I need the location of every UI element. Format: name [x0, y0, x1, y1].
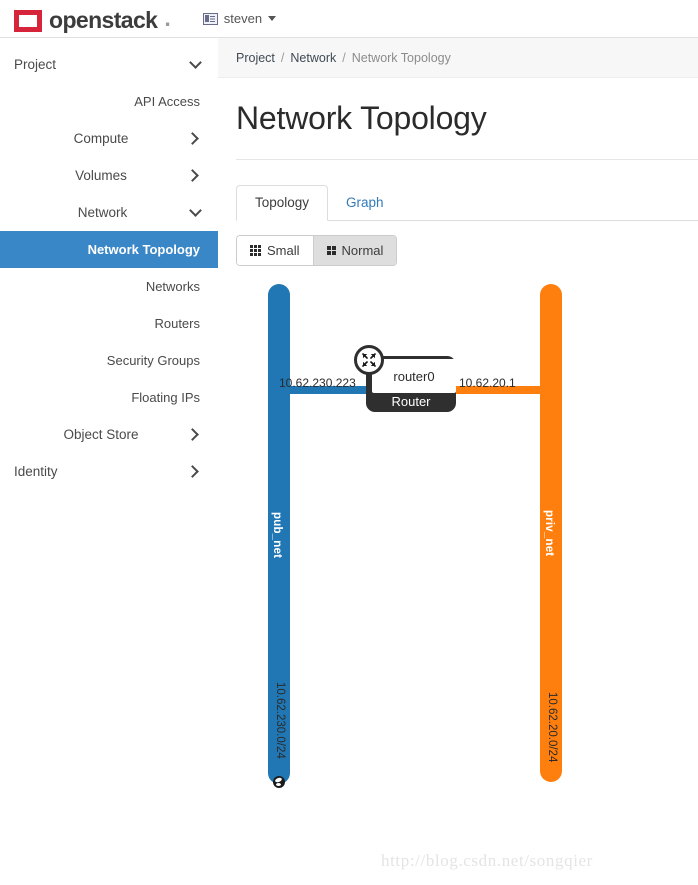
breadcrumb-separator: /: [280, 50, 285, 65]
chevron-right-icon: [186, 169, 199, 182]
title-divider: [236, 159, 698, 160]
router-type-label: Router: [391, 394, 431, 409]
router-icon: [354, 345, 384, 375]
tab-topology[interactable]: Topology: [236, 185, 329, 221]
card-icon: [202, 12, 218, 25]
breadcrumb: Project / Network / Network Topology: [218, 38, 698, 78]
sidebar-item-networks[interactable]: Networks: [0, 268, 218, 305]
breadcrumb-item-current: Network Topology: [351, 50, 451, 65]
sidebar-item-label: API Access: [134, 94, 200, 109]
chevron-down-icon: [268, 16, 277, 21]
breadcrumb-item-project[interactable]: Project: [236, 51, 275, 65]
topology-canvas[interactable]: pub_net priv_net 10.62.230.0/24 10.62.20…: [218, 284, 698, 844]
sidebar: Project API Access Compute Volumes Netwo…: [0, 38, 218, 885]
sidebar-item-label: Volumes: [75, 168, 127, 183]
tab-bar: Topology Graph: [236, 185, 698, 221]
brand-dot: .: [164, 5, 171, 31]
sidebar-item-label: Object Store: [63, 427, 139, 442]
sidebar-item-label: Project: [14, 57, 57, 72]
breadcrumb-separator: /: [342, 50, 346, 65]
globe-icon: [273, 776, 285, 788]
openstack-logo-icon: [14, 10, 42, 32]
sidebar-item-volumes[interactable]: Volumes: [0, 157, 218, 194]
page-title: Network Topology: [236, 100, 487, 136]
sidebar-item-security-groups[interactable]: Security Groups: [0, 342, 218, 379]
sidebar-item-api-access[interactable]: API Access: [0, 83, 218, 120]
sidebar-item-object-store[interactable]: Object Store: [0, 416, 218, 453]
sidebar-item-label: Network: [77, 205, 128, 220]
ip-label-right: 10.62.20.1: [459, 376, 516, 390]
sidebar-item-label: Security Groups: [106, 353, 200, 368]
chevron-right-icon: [186, 428, 199, 441]
sidebar-item-label: Routers: [154, 316, 200, 331]
sidebar-item-routers[interactable]: Routers: [0, 305, 218, 342]
size-button-normal[interactable]: Normal: [313, 236, 397, 265]
sidebar-item-label: Floating IPs: [131, 390, 200, 405]
network-name-priv-net: priv_net: [543, 510, 555, 557]
size-button-label: Normal: [341, 243, 384, 258]
brand-name: openstack: [49, 7, 158, 33]
ip-label-left: 10.62.230.223: [279, 376, 356, 390]
sidebar-item-compute[interactable]: Compute: [0, 120, 218, 157]
sidebar-item-label: Identity: [14, 464, 58, 479]
sidebar-item-network[interactable]: Network: [0, 194, 218, 231]
size-toggle-group: Small Normal: [236, 235, 398, 266]
sidebar-item-identity[interactable]: Identity: [0, 453, 218, 490]
size-button-label: Small: [267, 243, 300, 258]
main-content: Project / Network / Network Topology Net…: [218, 38, 698, 885]
router-name: router0: [372, 359, 456, 393]
sidebar-item-network-topology[interactable]: Network Topology: [0, 231, 218, 268]
user-menu-label: steven: [223, 11, 263, 26]
openstack-brand[interactable]: openstack .: [14, 5, 171, 32]
grid-2x2-icon: [326, 246, 336, 255]
tab-label: Graph: [346, 195, 384, 210]
router-node[interactable]: router0 Router: [354, 345, 456, 412]
page-layout: Project API Access Compute Volumes Netwo…: [0, 38, 698, 885]
top-navbar: openstack . steven: [0, 0, 698, 38]
tab-label: Topology: [255, 195, 310, 210]
watermark: http://blog.csdn.net/songqier: [381, 851, 593, 870]
subnet-label-priv-net: 10.62.20.0/24: [546, 692, 558, 763]
size-button-small[interactable]: Small: [237, 236, 314, 265]
network-name-pub-net: pub_net: [271, 512, 283, 559]
tab-graph[interactable]: Graph: [328, 186, 402, 220]
breadcrumb-item-network[interactable]: Network: [290, 51, 336, 65]
sidebar-item-label: Compute: [73, 131, 129, 146]
chevron-down-icon: [189, 56, 202, 69]
chevron-right-icon: [186, 465, 199, 478]
subnet-label-pub-net: 10.62.230.0/24: [274, 682, 286, 759]
sidebar-item-project[interactable]: Project: [0, 46, 218, 83]
user-menu[interactable]: steven: [202, 11, 277, 26]
sidebar-item-floating-ips[interactable]: Floating IPs: [0, 379, 218, 416]
chevron-down-icon: [189, 204, 202, 217]
sidebar-item-label: Network Topology: [87, 242, 200, 257]
sidebar-item-label: Networks: [145, 279, 200, 294]
grid-3x3-icon: [250, 245, 261, 256]
chevron-right-icon: [186, 132, 199, 145]
